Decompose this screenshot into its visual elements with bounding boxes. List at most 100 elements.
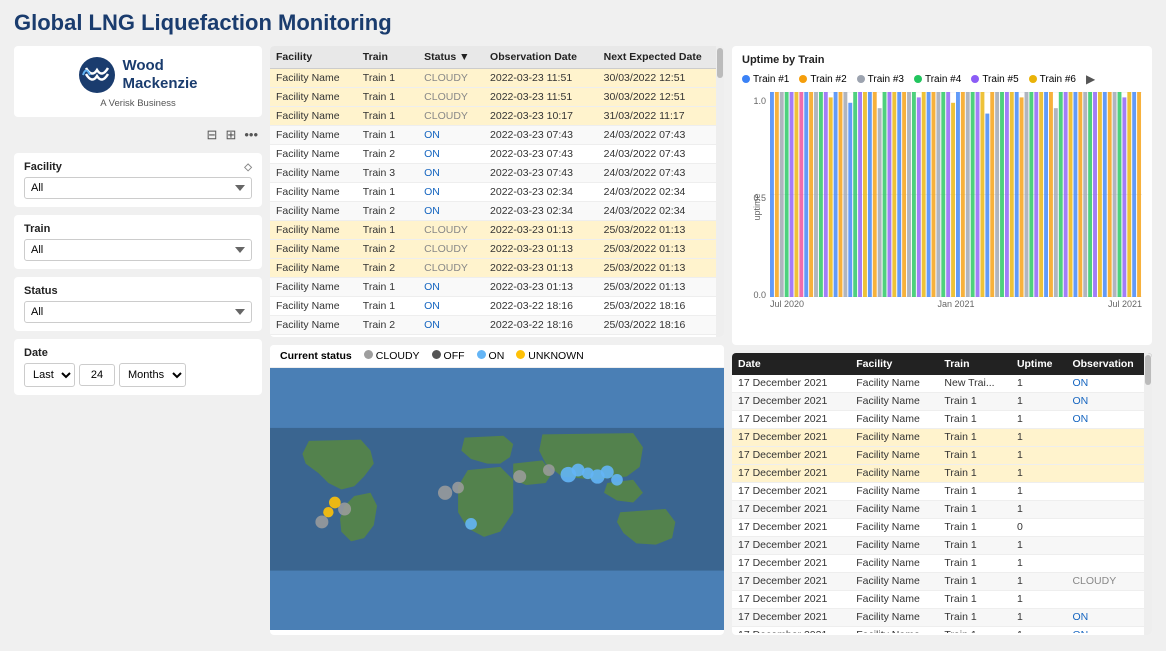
- table-cell: Train 1: [357, 278, 418, 297]
- bottom-data-table: Date Facility Train Uptime Observation 1…: [732, 353, 1152, 633]
- bottom-table-cell: 1: [1011, 608, 1067, 626]
- on-legend: ON: [477, 350, 505, 362]
- main-layout: Wood Mackenzie A Verisk Business ⊟ ⊞ •••…: [14, 46, 1152, 635]
- table-cell: 2022-03-23 07:43: [484, 126, 598, 145]
- table-cell: Train 1: [357, 69, 418, 88]
- unknown-legend: UNKNOWN: [516, 350, 583, 362]
- bottom-table-cell: Facility Name: [850, 392, 938, 410]
- legend-train1: Train #1: [742, 72, 789, 86]
- bottom-table-cell: [1066, 446, 1152, 464]
- table-cell: Facility Name: [270, 69, 357, 88]
- facility-filter-box: Facility ◇ All: [14, 153, 262, 207]
- bottom-table-cell: 0: [1011, 518, 1067, 536]
- bottom-table-cell: 17 December 2021: [732, 536, 850, 554]
- bottom-table-cell: [1066, 428, 1152, 446]
- table-row: Facility NameTrain 1CLOUDY2022-03-23 10:…: [270, 107, 724, 126]
- bottom-table-cell: Facility Name: [850, 590, 938, 608]
- top-table-panel: Facility Train Status ▼ Observation Date…: [270, 46, 724, 337]
- table-icon[interactable]: ⊞: [225, 127, 236, 143]
- table-row: Facility NameTrain 1CLOUDY2022-03-23 11:…: [270, 88, 724, 107]
- legend-next-icon[interactable]: ▶: [1086, 72, 1095, 86]
- bottom-table-scrollbar[interactable]: [1144, 353, 1152, 636]
- bottom-table-panel: Date Facility Train Uptime Observation 1…: [732, 353, 1152, 636]
- bottom-table-cell: 1: [1011, 536, 1067, 554]
- page-title: Global LNG Liquefaction Monitoring: [14, 10, 1152, 36]
- table-cell: CLOUDY: [418, 221, 484, 240]
- table-cell: Facility Name: [270, 335, 357, 337]
- more-icon[interactable]: •••: [244, 127, 258, 143]
- bottom-col-train: Train: [938, 353, 1011, 375]
- table-cell: Facility Name: [270, 88, 357, 107]
- status-select[interactable]: All: [24, 301, 252, 323]
- bottom-table-cell: 1: [1011, 392, 1067, 410]
- filter-icon[interactable]: ⊟: [207, 127, 218, 143]
- table-cell: 2022-03-23 10:17: [484, 107, 598, 126]
- bottom-table-scroll-area[interactable]: Date Facility Train Uptime Observation 1…: [732, 353, 1152, 633]
- map-status-bar: Current status CLOUDY OFF ON UNKNOWN: [270, 345, 724, 368]
- list-item: 17 December 2021Facility NameTrain 11: [732, 482, 1152, 500]
- table-cell: 2022-03-22 18:16: [484, 335, 598, 337]
- uptime-panel-title: Uptime by Train: [742, 54, 1142, 66]
- right-column: Uptime by Train Train #1 Train #2 Train …: [732, 46, 1152, 635]
- table-row: Facility NameTrain 1CLOUDY2022-03-23 11:…: [270, 69, 724, 88]
- bottom-table-cell: Facility Name: [850, 626, 938, 633]
- date-value-input[interactable]: [79, 364, 115, 386]
- table-cell: 2022-03-23 07:43: [484, 164, 598, 183]
- bottom-table-cell: ON: [1066, 410, 1152, 428]
- top-table-body: Facility NameTrain 1CLOUDY2022-03-23 11:…: [270, 69, 724, 337]
- bottom-col-observation: Observation: [1066, 353, 1152, 375]
- table-cell: Train 1: [357, 126, 418, 145]
- col-status: Status ▼: [418, 46, 484, 69]
- top-table-scrollbar[interactable]: [716, 46, 724, 337]
- facility-select[interactable]: All: [24, 177, 252, 199]
- facility-filter-icon: ◇: [244, 162, 252, 173]
- logo-box: Wood Mackenzie A Verisk Business: [14, 46, 262, 117]
- list-item: 17 December 2021Facility NameTrain 11: [732, 554, 1152, 572]
- legend-dot-train4: [914, 75, 922, 83]
- bottom-table-cell: Facility Name: [850, 446, 938, 464]
- table-row: Facility NameTrain 1ON2022-03-23 01:1325…: [270, 278, 724, 297]
- bottom-table-cell: [1066, 590, 1152, 608]
- table-cell: Facility Name: [270, 107, 357, 126]
- bottom-col-uptime: Uptime: [1011, 353, 1067, 375]
- bottom-table-cell: CLOUDY: [1066, 572, 1152, 590]
- bottom-table-cell: 1: [1011, 410, 1067, 428]
- logo-company-line1: Wood: [122, 57, 197, 75]
- bottom-table-cell: 17 December 2021: [732, 572, 850, 590]
- table-cell: ON: [418, 335, 484, 337]
- bottom-table-cell: Facility Name: [850, 608, 938, 626]
- table-cell: CLOUDY: [418, 259, 484, 278]
- table-cell: ON: [418, 316, 484, 335]
- bottom-table-cell: 17 December 2021: [732, 554, 850, 572]
- table-cell: 25/03/2022 01:13: [598, 221, 724, 240]
- bottom-table-cell: 17 December 2021: [732, 518, 850, 536]
- facility-filter-label: Facility ◇: [24, 161, 252, 173]
- table-row: Facility NameTrain 2CLOUDY2022-03-23 01:…: [270, 240, 724, 259]
- table-cell: CLOUDY: [418, 240, 484, 259]
- train-select[interactable]: All: [24, 239, 252, 261]
- list-item: 17 December 2021Facility NameTrain 11: [732, 536, 1152, 554]
- legend-train5: Train #5: [971, 72, 1018, 86]
- bottom-table-cell: ON: [1066, 375, 1152, 393]
- uptime-chart-svg: [770, 92, 1142, 297]
- bottom-table-cell: Train 1: [938, 410, 1011, 428]
- table-row: Facility NameTrain 1ON2022-03-23 07:4324…: [270, 126, 724, 145]
- table-cell: 2022-03-23 01:13: [484, 221, 598, 240]
- bottom-table-scroll-thumb: [1145, 355, 1151, 385]
- table-cell: 2022-03-23 11:51: [484, 69, 598, 88]
- bottom-table-cell: 17 December 2021: [732, 375, 850, 393]
- table-cell: 30/03/2022 12:51: [598, 69, 724, 88]
- map-panel: Current status CLOUDY OFF ON UNKNOWN: [270, 345, 724, 636]
- bottom-table-cell: 1: [1011, 626, 1067, 633]
- date-prefix-select[interactable]: Last: [24, 363, 75, 387]
- bottom-table-cell: 17 December 2021: [732, 626, 850, 633]
- table-cell: Facility Name: [270, 221, 357, 240]
- col-facility: Facility: [270, 46, 357, 69]
- table-cell: Train 2: [357, 202, 418, 221]
- x-axis-labels: Jul 2020 Jan 2021 Jul 2021: [770, 297, 1142, 309]
- date-unit-select[interactable]: Months Days Years: [119, 363, 186, 387]
- table-cell: CLOUDY: [418, 88, 484, 107]
- table-cell: Facility Name: [270, 202, 357, 221]
- world-map-svg: [270, 368, 724, 631]
- bottom-table-header-row: Date Facility Train Uptime Observation: [732, 353, 1152, 375]
